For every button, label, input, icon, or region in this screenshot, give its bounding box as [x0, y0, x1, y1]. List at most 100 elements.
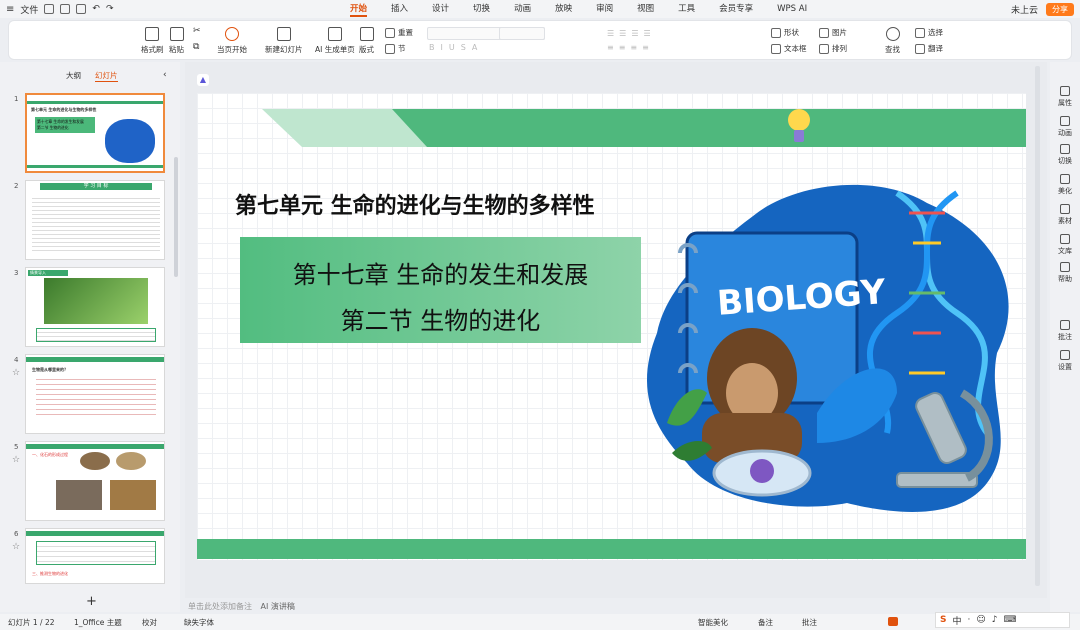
- theme-name[interactable]: 1_Office 主题: [74, 617, 122, 628]
- format-painter-button[interactable]: 格式刷: [141, 27, 164, 55]
- properties-button[interactable]: 属性: [1050, 86, 1080, 108]
- smart-beautify-button[interactable]: 智能美化: [698, 617, 728, 628]
- proofing-button[interactable]: 校对: [142, 617, 157, 628]
- undo-icon[interactable]: ↶: [92, 4, 100, 14]
- textbox-button[interactable]: 文本框: [771, 43, 807, 54]
- tab-member[interactable]: 会员专享: [707, 0, 765, 18]
- cloud-status[interactable]: 未上云: [1011, 3, 1038, 16]
- punctuation-icon[interactable]: ·: [968, 615, 971, 625]
- play-icon[interactable]: [888, 617, 898, 626]
- star-icon[interactable]: ☆: [12, 368, 20, 378]
- material-button[interactable]: 素材: [1050, 204, 1080, 226]
- tab-review[interactable]: 审阅: [584, 0, 625, 18]
- translate-button[interactable]: 翻译: [915, 43, 943, 54]
- ai-speech-button[interactable]: AI 演讲稿: [261, 602, 295, 611]
- editing-stage: ▲ 第七单元 生命的进化与生物的多样性 第十七章 生命的发生和发展 第二节 生物…: [185, 62, 1047, 598]
- library-icon: [1060, 234, 1070, 244]
- tab-view[interactable]: 视图: [625, 0, 666, 18]
- keyboard-icon[interactable]: ⌨: [1004, 615, 1017, 625]
- picture-button[interactable]: 图片: [819, 27, 847, 38]
- redo-icon[interactable]: ↷: [106, 4, 114, 14]
- tab-outline[interactable]: 大纲: [66, 70, 81, 82]
- missing-font-button[interactable]: 缺失字体: [184, 617, 214, 628]
- panel-tabs: 大纲 幻灯片: [66, 70, 118, 82]
- settings-button[interactable]: 设置: [1050, 350, 1080, 372]
- bottom-band: [197, 539, 1026, 559]
- comment-button[interactable]: 批注: [1050, 320, 1080, 342]
- brush-icon: [145, 27, 160, 41]
- section-button[interactable]: 节: [385, 43, 406, 54]
- align-icons[interactable]: ≡≡≡≡: [607, 43, 654, 52]
- start-show-button[interactable]: 当页开始: [217, 27, 247, 55]
- tab-slideshow[interactable]: 放映: [543, 0, 584, 18]
- notes-toggle[interactable]: 备注: [758, 617, 773, 628]
- reset-button[interactable]: 重置: [385, 27, 413, 38]
- save-icon[interactable]: [44, 4, 55, 14]
- right-toolbar: 属性 动画 切换 美化 素材 文库 帮助 批注 设置: [1050, 62, 1080, 612]
- tab-wps-ai[interactable]: WPS AI: [765, 0, 819, 18]
- beautify-icon: [1060, 174, 1070, 184]
- slide-thumbnail-2[interactable]: 学 习 目 标: [25, 180, 165, 260]
- thumb-title: 第七单元 生命的进化与生物的多样性: [31, 107, 97, 112]
- new-slide-button[interactable]: 新建幻灯片: [265, 27, 303, 55]
- ribbon: 格式刷 粘贴 ✂ ⧉ 当页开始 新建幻灯片 AI 生成单页 版式 重置 节 BI…: [8, 20, 1072, 60]
- layout-button[interactable]: 版式: [359, 27, 374, 55]
- share-button[interactable]: 分享: [1046, 2, 1074, 16]
- tab-animation[interactable]: 动画: [502, 0, 543, 18]
- slide-thumbnail-4[interactable]: 生物是从哪里来的？: [25, 354, 165, 434]
- collapse-panel-icon[interactable]: ‹: [163, 70, 167, 80]
- tab-home[interactable]: 开始: [338, 0, 379, 18]
- library-button[interactable]: 文库: [1050, 234, 1080, 256]
- slide-thumbnail-1[interactable]: 第七单元 生命的进化与生物的多样性 第十七章 生命的发生和发展 第二节 生物的进化: [25, 93, 165, 173]
- slide-thumbnail-3[interactable]: 情景导入: [25, 267, 165, 347]
- ai-generate-button[interactable]: AI 生成单页: [315, 27, 355, 55]
- menu-icon[interactable]: ≡: [6, 4, 14, 15]
- tab-tools[interactable]: 工具: [666, 0, 707, 18]
- stage-scrollbar[interactable]: [1035, 66, 1040, 586]
- ime-lang[interactable]: 中: [952, 614, 961, 627]
- cut-icon[interactable]: ✂: [193, 26, 201, 36]
- tab-insert[interactable]: 插入: [379, 0, 420, 18]
- thumb-photo: [110, 480, 156, 510]
- thumb-band: [27, 101, 163, 104]
- select-button[interactable]: 选择: [915, 27, 943, 38]
- star-icon[interactable]: ☆: [12, 542, 20, 552]
- slide-canvas[interactable]: 第七单元 生命的进化与生物的多样性 第十七章 生命的发生和发展 第二节 生物的进…: [197, 93, 1026, 560]
- slide-heading[interactable]: 第七单元 生命的进化与生物的多样性: [235, 188, 595, 220]
- shape-button[interactable]: 形状: [771, 27, 799, 38]
- notes-area[interactable]: 单击此处添加备注 AI 演讲稿: [188, 601, 295, 612]
- tab-design[interactable]: 设计: [420, 0, 461, 18]
- export-icon[interactable]: [60, 4, 71, 14]
- help-button[interactable]: 帮助: [1050, 262, 1080, 284]
- ai-assistant-icon[interactable]: ▲: [197, 74, 209, 86]
- ime-toolbar[interactable]: S 中 · ☺ ♪ ⌨: [935, 612, 1070, 628]
- copy-icon[interactable]: ⧉: [193, 42, 199, 52]
- beautify-button[interactable]: 美化: [1050, 174, 1080, 196]
- file-menu[interactable]: 文件: [20, 3, 38, 16]
- slide-thumbnail-5[interactable]: 一、化石的形成过程: [25, 441, 165, 521]
- comment-toggle[interactable]: 批注: [802, 617, 817, 628]
- slide-number: 2: [14, 182, 19, 190]
- paste-button[interactable]: 粘贴: [169, 27, 184, 55]
- section-title: 第二节 生物的进化: [340, 307, 541, 335]
- thumb-biology-art: [105, 119, 155, 163]
- find-button[interactable]: 查找: [885, 27, 900, 55]
- animation-button[interactable]: 动画: [1050, 116, 1080, 138]
- mic-icon[interactable]: ♪: [992, 615, 998, 625]
- font-style-icons[interactable]: BIUSA: [429, 43, 483, 52]
- arrange-button[interactable]: 排列: [819, 43, 847, 54]
- subtitle-box[interactable]: 第十七章 生命的发生和发展 第二节 生物的进化: [240, 237, 641, 343]
- panel-scrollbar[interactable]: [174, 157, 178, 277]
- print-icon[interactable]: [76, 4, 87, 14]
- add-slide-button[interactable]: +: [86, 594, 97, 609]
- tab-slides[interactable]: 幻灯片: [95, 70, 118, 82]
- paragraph-icons[interactable]: ☰☰☰☰: [607, 29, 656, 38]
- transition-button[interactable]: 切换: [1050, 144, 1080, 166]
- emoji-icon[interactable]: ☺: [976, 615, 985, 625]
- font-size-select[interactable]: [499, 27, 545, 40]
- slide-thumbnail-6[interactable]: 三、推测生物的进化: [25, 528, 165, 584]
- star-icon[interactable]: ☆: [12, 455, 20, 465]
- transition-icon: [1060, 144, 1070, 154]
- slide-number: 1: [14, 95, 19, 103]
- tab-transition[interactable]: 切换: [461, 0, 502, 18]
